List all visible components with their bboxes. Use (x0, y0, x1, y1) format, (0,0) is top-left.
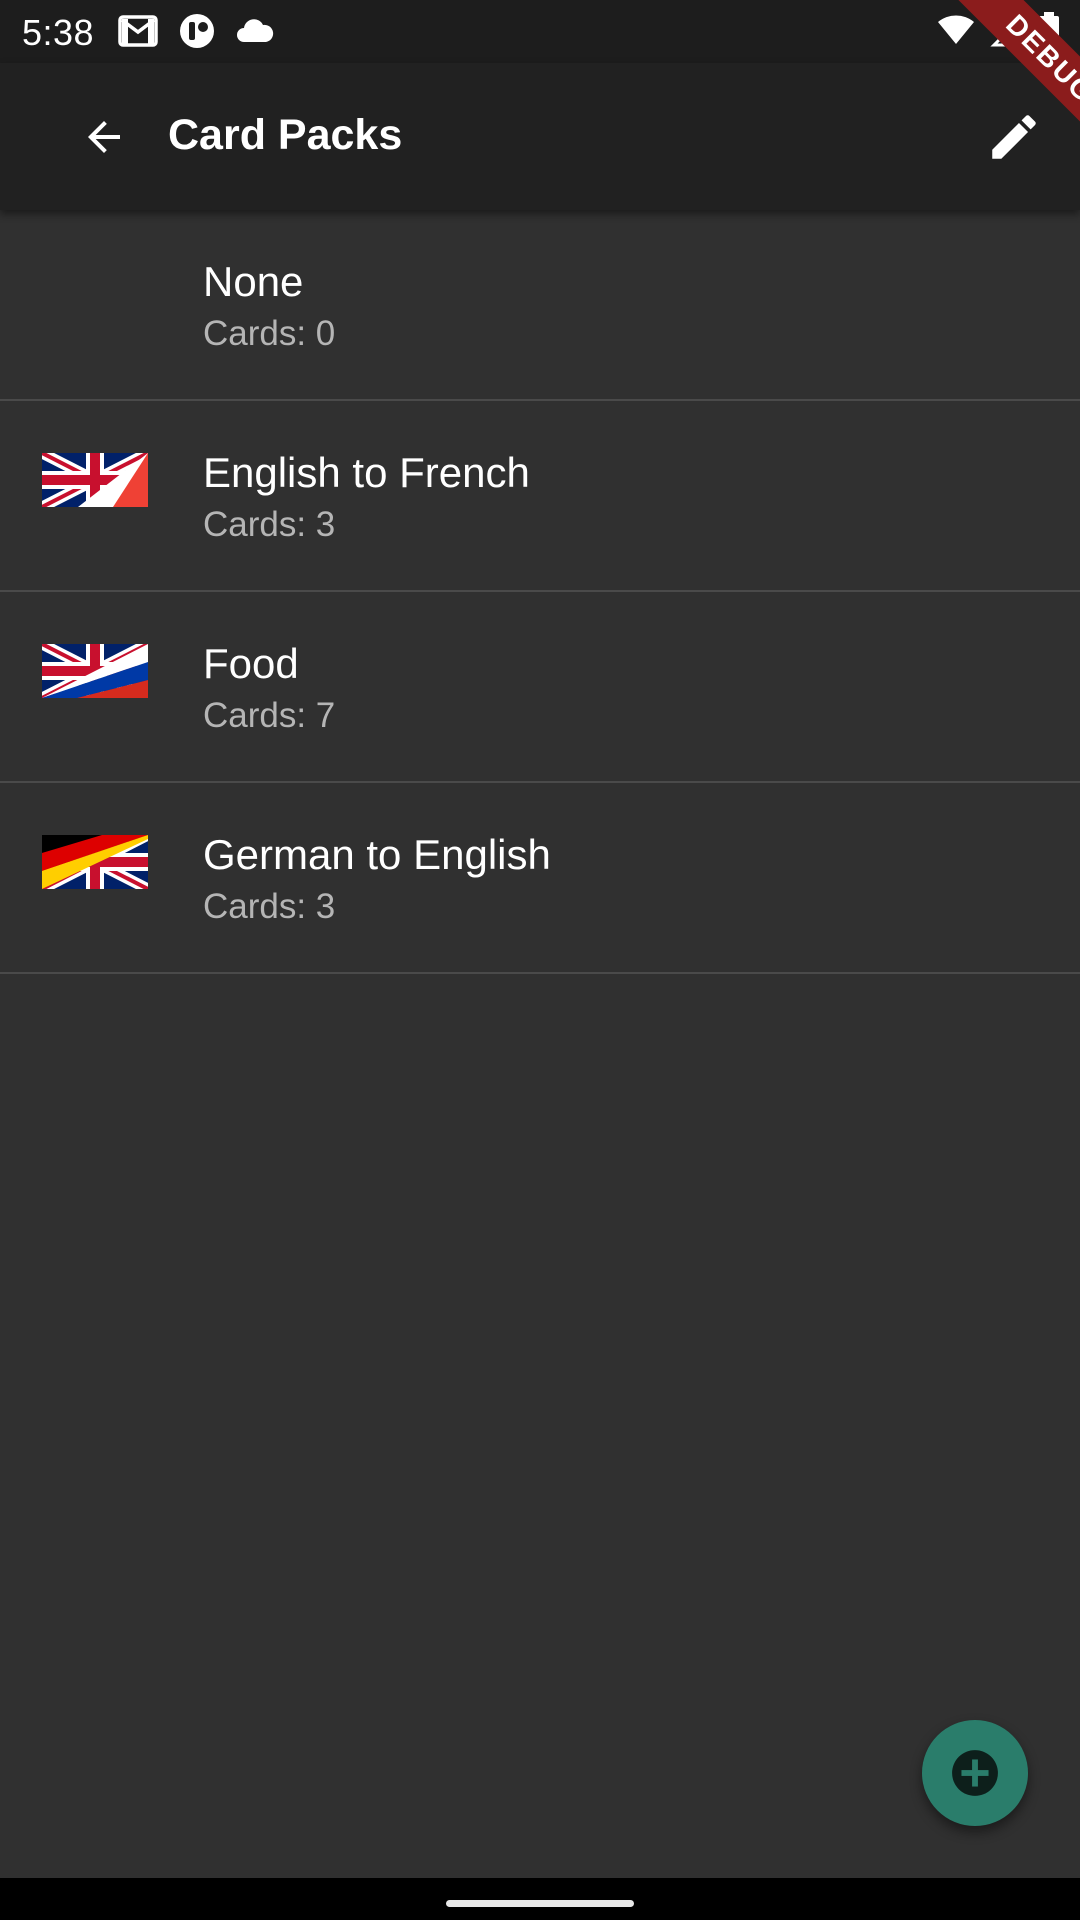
pack-card-count: Cards: 7 (203, 696, 336, 735)
status-time: 5:38 (22, 12, 95, 53)
add-circle-icon (952, 1750, 998, 1796)
germany-uk-flag-icon (42, 835, 148, 889)
cloud-icon (237, 19, 274, 42)
card-pack-list: None Cards: 0 English to French Cards: 3… (0, 210, 1080, 974)
pack-title: German to English (203, 831, 551, 878)
pack-card-count: Cards: 3 (203, 887, 336, 926)
pack-title: None (203, 258, 304, 305)
pack-title: English to French (203, 449, 530, 496)
status-notification-icons (118, 12, 274, 50)
arrow-back-icon (88, 121, 120, 153)
list-item-none[interactable]: None Cards: 0 (0, 210, 1080, 401)
status-bar: 5:38 (0, 0, 1080, 63)
list-item-food[interactable]: Food Cards: 7 (0, 592, 1080, 783)
screen: 5:38 Card Packs DEBUG None Cards: 0 Engl… (0, 0, 1080, 1920)
list-item-german-to-english[interactable]: German to English Cards: 3 (0, 783, 1080, 974)
pack-title: Food (203, 640, 299, 687)
wifi-icon (938, 15, 974, 45)
uk-russia-flag-icon (42, 644, 148, 698)
edit-button[interactable] (980, 103, 1048, 171)
app-notification-icon (180, 14, 214, 48)
add-pack-button[interactable] (922, 1720, 1028, 1826)
app-bar: Card Packs (0, 63, 1080, 210)
home-gesture-handle[interactable] (446, 1900, 634, 1907)
back-button[interactable] (70, 103, 138, 171)
navigation-bar (0, 1878, 1080, 1920)
pack-card-count: Cards: 0 (203, 314, 336, 353)
edit-pencil-icon (992, 115, 1036, 159)
pack-card-count: Cards: 3 (203, 505, 336, 544)
list-item-english-to-french[interactable]: English to French Cards: 3 (0, 401, 1080, 592)
gmail-icon (118, 15, 158, 47)
page-title: Card Packs (168, 111, 403, 159)
uk-france-flag-icon (42, 453, 148, 507)
